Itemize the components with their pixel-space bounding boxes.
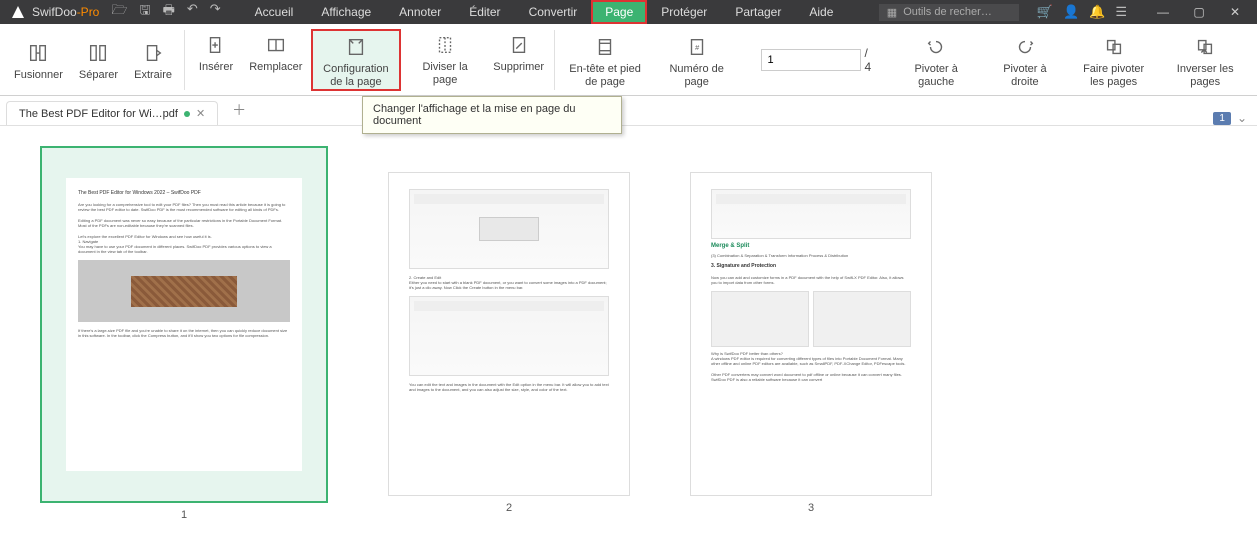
ribbon: Fusionner Séparer Extraire Insérer Rempl… — [0, 24, 1257, 96]
page-setup-button[interactable]: Configuration de la page — [311, 29, 402, 91]
close-button[interactable]: ✕ — [1217, 0, 1253, 24]
rotate-pages-icon — [1100, 35, 1128, 59]
redo-icon[interactable]: ↷ — [210, 1, 221, 23]
split-button[interactable]: Séparer — [73, 37, 124, 82]
current-page-badge: 1 — [1213, 112, 1231, 125]
thumbnail-3[interactable]: Merge & Split (3) Combination & Separati… — [690, 172, 932, 521]
menu-editer[interactable]: Éditer — [455, 0, 514, 24]
page3-heading-merge: Merge & Split — [711, 243, 911, 249]
print-icon[interactable]: 🖶 — [163, 1, 175, 23]
undo-icon[interactable]: ↶ — [187, 1, 198, 23]
page-number-3: 3 — [808, 502, 814, 514]
save-icon[interactable]: 🖫 — [139, 1, 150, 23]
search-tools-input[interactable]: ▦Outils de recher… — [879, 4, 1019, 21]
page-setup-icon — [342, 35, 370, 59]
rotate-right-icon — [1011, 35, 1039, 59]
page-thumbnail-viewer: The Best PDF Editor for Windows 2022 – S… — [0, 126, 1257, 541]
menu-proteger[interactable]: Protéger — [647, 0, 721, 24]
replace-button[interactable]: Remplacer — [245, 29, 307, 91]
delete-button[interactable]: Supprimer — [489, 29, 548, 91]
rotate-left-icon — [922, 35, 950, 59]
tab-title: The Best PDF Editor for Wi…pdf — [19, 108, 178, 120]
svg-text:#: # — [695, 42, 700, 51]
grid-icon: ▦ — [887, 6, 897, 19]
menu-annoter[interactable]: Annoter — [385, 0, 455, 24]
menu-convertir[interactable]: Convertir — [515, 0, 592, 24]
menu-accueil[interactable]: Accueil — [241, 0, 308, 24]
page-setup-tooltip: Changer l'affichage et la mise en page d… — [362, 96, 622, 134]
app-logo-icon — [10, 4, 26, 20]
rotate-left-button[interactable]: Pivoter à gauche — [892, 31, 980, 89]
app-name: SwifDoo-Pro — [32, 5, 99, 19]
tab-close-icon[interactable]: ✕ — [196, 107, 205, 120]
thumbnail-1[interactable]: The Best PDF Editor for Windows 2022 – S… — [40, 146, 328, 521]
rotate-right-button[interactable]: Pivoter à droite — [984, 31, 1066, 89]
header-footer-icon — [591, 35, 619, 59]
menu-page[interactable]: Page — [591, 0, 647, 24]
split-icon — [84, 41, 112, 65]
page-number-button[interactable]: #Numéro de page — [653, 31, 741, 89]
menu-partager[interactable]: Partager — [721, 0, 795, 24]
insert-icon — [202, 33, 230, 57]
quick-access: 🗁 🖫 🖶 ↶ ↷ — [111, 1, 220, 23]
user-icon[interactable]: 👤 — [1063, 4, 1079, 20]
divide-button[interactable]: Diviser la page — [405, 29, 485, 91]
rotate-pages-button[interactable]: Faire pivoter les pages — [1070, 31, 1158, 89]
thumbnail-2[interactable]: 2. Create and EditEither you need to sta… — [388, 172, 630, 521]
insert-button[interactable]: Insérer — [191, 29, 241, 91]
page-number-1: 1 — [181, 509, 187, 521]
merge-button[interactable]: Fusionner — [8, 37, 69, 82]
menu-icon[interactable]: ☰ — [1115, 4, 1127, 20]
chevron-down-icon[interactable]: ⌄ — [1237, 111, 1247, 125]
menu-aide[interactable]: Aide — [795, 0, 847, 24]
hash-icon: # — [683, 35, 711, 59]
replace-icon — [262, 33, 290, 57]
document-tab[interactable]: The Best PDF Editor for Wi…pdf ✕ — [6, 101, 218, 125]
extract-icon — [139, 41, 167, 65]
reverse-pages-button[interactable]: Inverser les pages — [1161, 31, 1249, 89]
page3-heading-sig: 3. Signature and Protection — [711, 264, 911, 269]
document-tabbar: The Best PDF Editor for Wi…pdf ✕ ＋ 1 ⌄ — [0, 96, 1257, 126]
cart-icon[interactable]: 🛒 — [1037, 4, 1053, 20]
page-total-label: / 4 — [865, 46, 873, 74]
merge-icon — [24, 41, 52, 65]
page-number-2: 2 — [506, 502, 512, 514]
header-footer-button[interactable]: En-tête et pied de page — [561, 31, 649, 89]
menu-affichage[interactable]: Affichage — [307, 0, 385, 24]
minimize-button[interactable]: — — [1145, 0, 1181, 24]
open-icon[interactable]: 🗁 — [111, 1, 127, 23]
divide-icon — [431, 33, 459, 57]
new-tab-button[interactable]: ＋ — [232, 100, 246, 125]
titlebar: SwifDoo-Pro 🗁 🖫 🖶 ↶ ↷ Accueil Affichage … — [0, 0, 1257, 24]
page-current-input[interactable] — [761, 49, 861, 71]
extract-button[interactable]: Extraire — [128, 37, 178, 82]
modified-dot-icon — [184, 111, 190, 117]
delete-icon — [505, 33, 533, 57]
bell-icon[interactable]: 🔔 — [1089, 4, 1105, 20]
maximize-button[interactable]: ▢ — [1181, 0, 1217, 24]
main-menu: Accueil Affichage Annoter Éditer Convert… — [241, 0, 848, 24]
reverse-pages-icon — [1191, 35, 1219, 59]
